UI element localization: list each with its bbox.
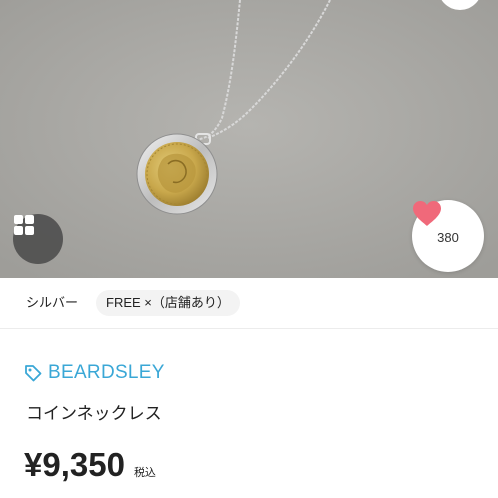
variant-size[interactable]: FREE ×（店舗あり） (96, 290, 240, 316)
like-count: 380 (437, 229, 459, 245)
like-button[interactable]: 380 (412, 200, 484, 272)
tag-icon (25, 365, 42, 382)
product-image[interactable]: 380 (0, 0, 498, 278)
tax-label: 税込 (133, 466, 156, 479)
brand-link[interactable]: BEARDSLEY (24, 362, 165, 384)
product-name: コインネックレス (26, 404, 162, 424)
brand-name: BEARDSLEY (48, 362, 165, 383)
price: ¥9,350 税込 (24, 446, 156, 484)
heart-icon (413, 201, 441, 226)
variant-color[interactable]: シルバー (16, 290, 88, 316)
image-gallery-button[interactable] (13, 214, 63, 264)
price-value: ¥9,350 (24, 446, 125, 483)
grid-icon (14, 215, 34, 235)
